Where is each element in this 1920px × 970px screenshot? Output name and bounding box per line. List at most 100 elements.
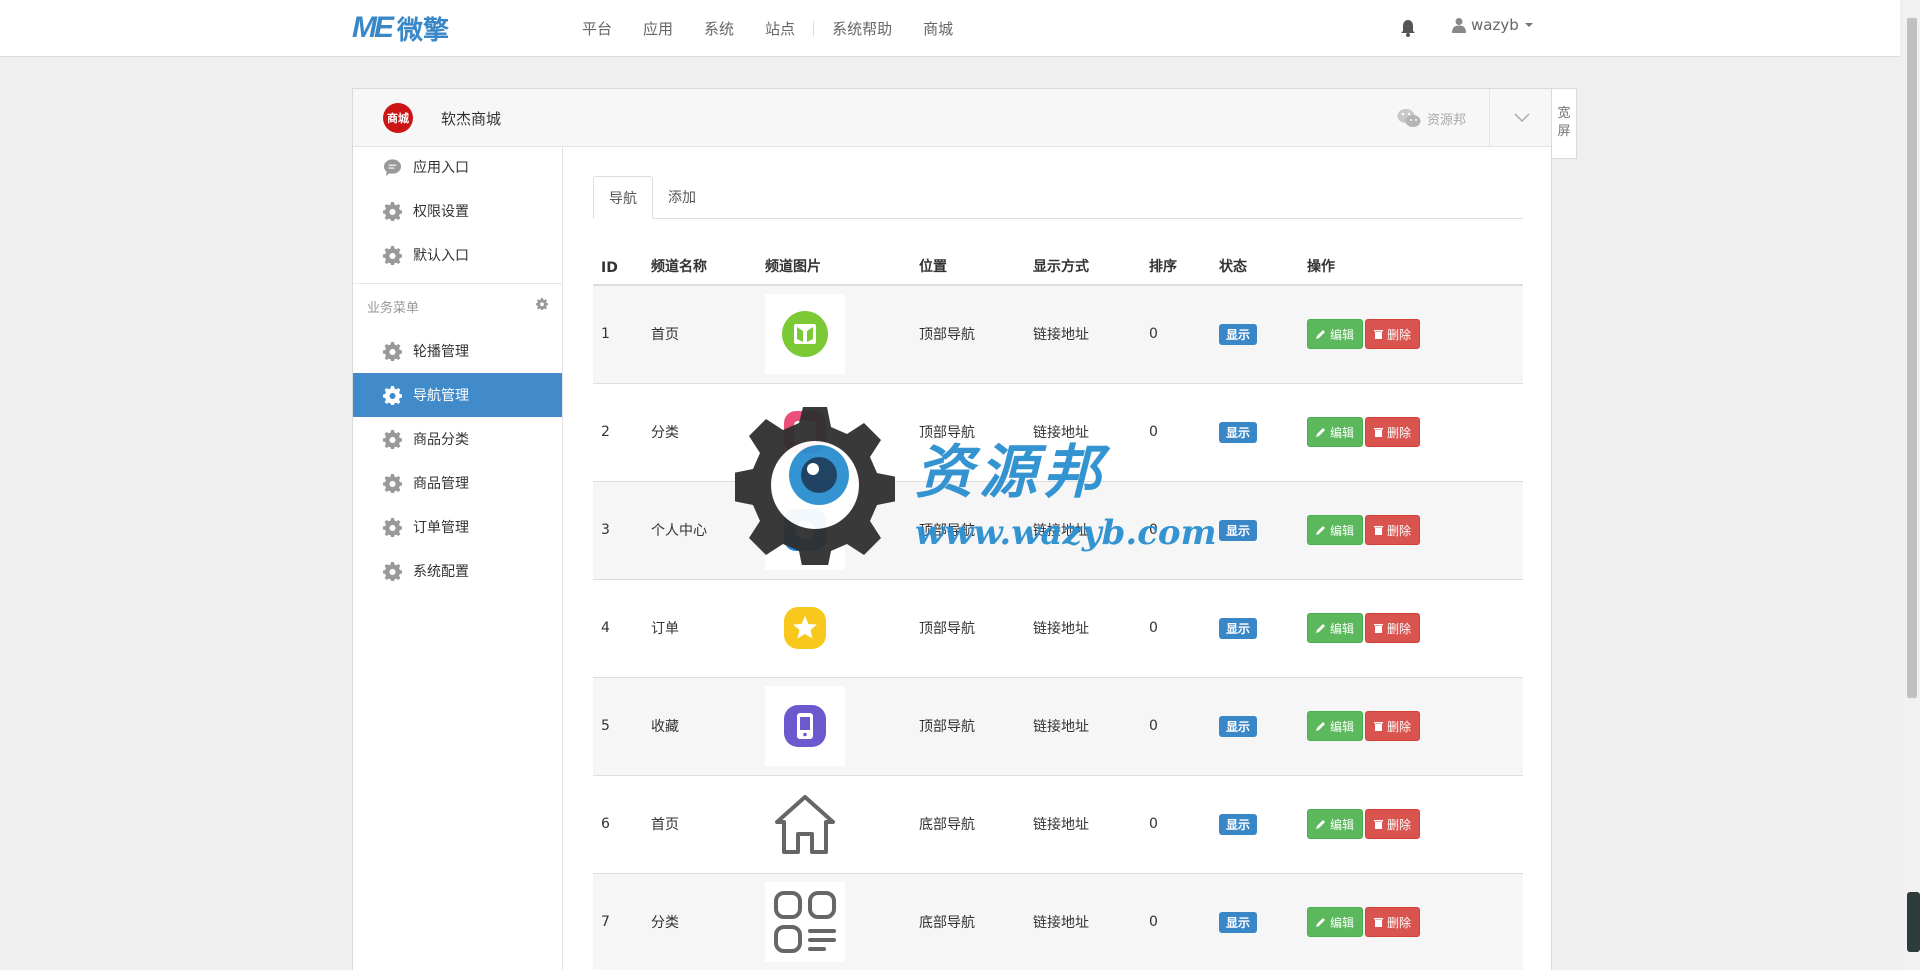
sidebar-item-label: 应用入口: [413, 160, 469, 176]
nav-store[interactable]: 商城: [923, 18, 953, 39]
edit-button[interactable]: 编辑: [1307, 515, 1364, 545]
cell-order: 0: [1141, 481, 1211, 580]
sidebar-item-label: 订单管理: [413, 520, 469, 536]
sidebar-item-app-entry[interactable]: 应用入口: [353, 145, 562, 189]
sidebar-item-label: 商品分类: [413, 432, 469, 448]
trash-icon: [1374, 820, 1384, 829]
trash-icon: [1374, 330, 1384, 340]
delete-label: 删除: [1387, 523, 1412, 538]
edit-button[interactable]: 编辑: [1307, 907, 1364, 937]
edit-label: 编辑: [1330, 523, 1355, 538]
nav-platform[interactable]: 平台: [582, 18, 612, 39]
delete-button[interactable]: 删除: [1365, 417, 1421, 447]
col-order: 排序: [1141, 255, 1211, 286]
tab-navigation[interactable]: 导航: [593, 176, 653, 219]
channel-image: [765, 392, 845, 472]
edit-label: 编辑: [1330, 719, 1355, 734]
cell-position: 底部导航: [911, 873, 1025, 970]
channel-image: [765, 686, 845, 766]
tab-bar: 导航 添加: [593, 176, 1523, 219]
trash-icon: [1374, 624, 1384, 633]
status-badge: 显示: [1219, 617, 1258, 639]
system-tray-widget: [1907, 892, 1920, 952]
wechat-account[interactable]: 资源邦: [1397, 108, 1466, 128]
top-navbar: ME 微擎 平台 应用 系统 站点 系统帮助 商城 wazyb: [0, 0, 1900, 57]
nav-apps[interactable]: 应用: [643, 18, 673, 39]
grid-outline-icon: [774, 891, 836, 953]
sidebar-item-label: 系统配置: [413, 564, 469, 580]
cell-name: 订单: [643, 579, 757, 678]
sidebar-item-carousel[interactable]: 轮播管理: [353, 329, 562, 373]
cell-id: 6: [593, 775, 643, 874]
col-status: 状态: [1211, 255, 1299, 286]
col-id: ID: [593, 255, 643, 286]
channel-image: [765, 588, 845, 668]
sidebar-item-categories[interactable]: 商品分类: [353, 417, 562, 461]
trash-icon: [1374, 428, 1384, 437]
page-scrollbar[interactable]: [1903, 0, 1920, 970]
sidebar-item-orders[interactable]: 订单管理: [353, 505, 562, 549]
table-row: 7 分类 底部导航 链接地址 0 显示 编辑 删除: [593, 873, 1523, 970]
sidebar-group-label: 业务菜单: [367, 301, 420, 316]
channel-image: [765, 294, 845, 375]
channel-image: [765, 490, 845, 570]
chevron-down-icon: [1524, 23, 1533, 27]
gear-icon: [383, 517, 402, 537]
scrollbar-thumb[interactable]: [1907, 18, 1917, 698]
delete-button[interactable]: 删除: [1365, 515, 1421, 545]
delete-button[interactable]: 删除: [1365, 613, 1421, 643]
nav-site[interactable]: 站点: [765, 18, 795, 39]
cell-position: 底部导航: [911, 775, 1025, 874]
cell-order: 0: [1141, 383, 1211, 482]
cell-order: 0: [1141, 775, 1211, 874]
cell-id: 2: [593, 383, 643, 482]
delete-label: 删除: [1387, 719, 1412, 734]
navigation-table: ID 频道名称 频道图片 位置 显示方式 排序 状态 操作 1 首页 顶部导航 …: [593, 255, 1523, 970]
col-name: 频道名称: [643, 255, 757, 286]
sidebar-item-products[interactable]: 商品管理: [353, 461, 562, 505]
delete-button[interactable]: 删除: [1365, 907, 1421, 937]
home-outline-icon: [775, 795, 835, 854]
phone-app-icon: [784, 705, 826, 747]
user-menu[interactable]: wazyb: [1452, 16, 1533, 34]
nav-system[interactable]: 系统: [704, 18, 734, 39]
main-panel: 商城 软杰商城 资源邦 应用入口 权限设置 默认入口 业务菜单 轮播管理 导航管…: [352, 88, 1552, 970]
gear-icon[interactable]: [536, 298, 548, 310]
sidebar-item-label: 导航管理: [413, 388, 469, 404]
cell-display: 链接地址: [1025, 677, 1141, 776]
edit-button[interactable]: 编辑: [1307, 417, 1364, 447]
cell-order: 0: [1141, 285, 1211, 384]
gear-icon: [383, 341, 402, 361]
pencil-icon: [1316, 526, 1325, 535]
edit-button[interactable]: 编辑: [1307, 809, 1364, 839]
sidebar-item-navigation[interactable]: 导航管理: [353, 373, 562, 417]
delete-button[interactable]: 删除: [1365, 809, 1421, 839]
sidebar-item-default-entry[interactable]: 默认入口: [353, 233, 562, 277]
tab-add[interactable]: 添加: [653, 176, 711, 218]
delete-button[interactable]: 删除: [1365, 319, 1421, 350]
logo[interactable]: ME 微擎: [352, 11, 450, 46]
sidebar: 应用入口 权限设置 默认入口 业务菜单 轮播管理 导航管理 商品分类 商品管理 …: [353, 147, 563, 970]
sidebar-item-permissions[interactable]: 权限设置: [353, 189, 562, 233]
logo-text: 微擎: [397, 15, 450, 46]
edit-button[interactable]: 编辑: [1307, 711, 1364, 741]
star-app-icon: [784, 607, 826, 649]
sidebar-item-config[interactable]: 系统配置: [353, 549, 562, 593]
cell-name: 个人中心: [643, 481, 757, 580]
wide-screen-button[interactable]: 宽 屏: [1552, 88, 1577, 159]
edit-label: 编辑: [1330, 621, 1355, 636]
cell-position: 顶部导航: [911, 579, 1025, 678]
trash-icon: [1374, 722, 1384, 731]
collapse-toggle[interactable]: [1489, 89, 1553, 147]
bell-icon[interactable]: [1400, 18, 1416, 38]
logo-mark: ME: [352, 11, 394, 44]
edit-button[interactable]: 编辑: [1307, 613, 1364, 643]
delete-button[interactable]: 删除: [1365, 711, 1421, 741]
cell-order: 0: [1141, 873, 1211, 970]
cell-display: 链接地址: [1025, 383, 1141, 482]
nav-divider: [813, 21, 815, 36]
edit-button[interactable]: 编辑: [1307, 319, 1364, 350]
sidebar-item-label: 轮播管理: [413, 344, 469, 360]
nav-help[interactable]: 系统帮助: [832, 18, 892, 39]
user-icon: [1452, 18, 1466, 33]
